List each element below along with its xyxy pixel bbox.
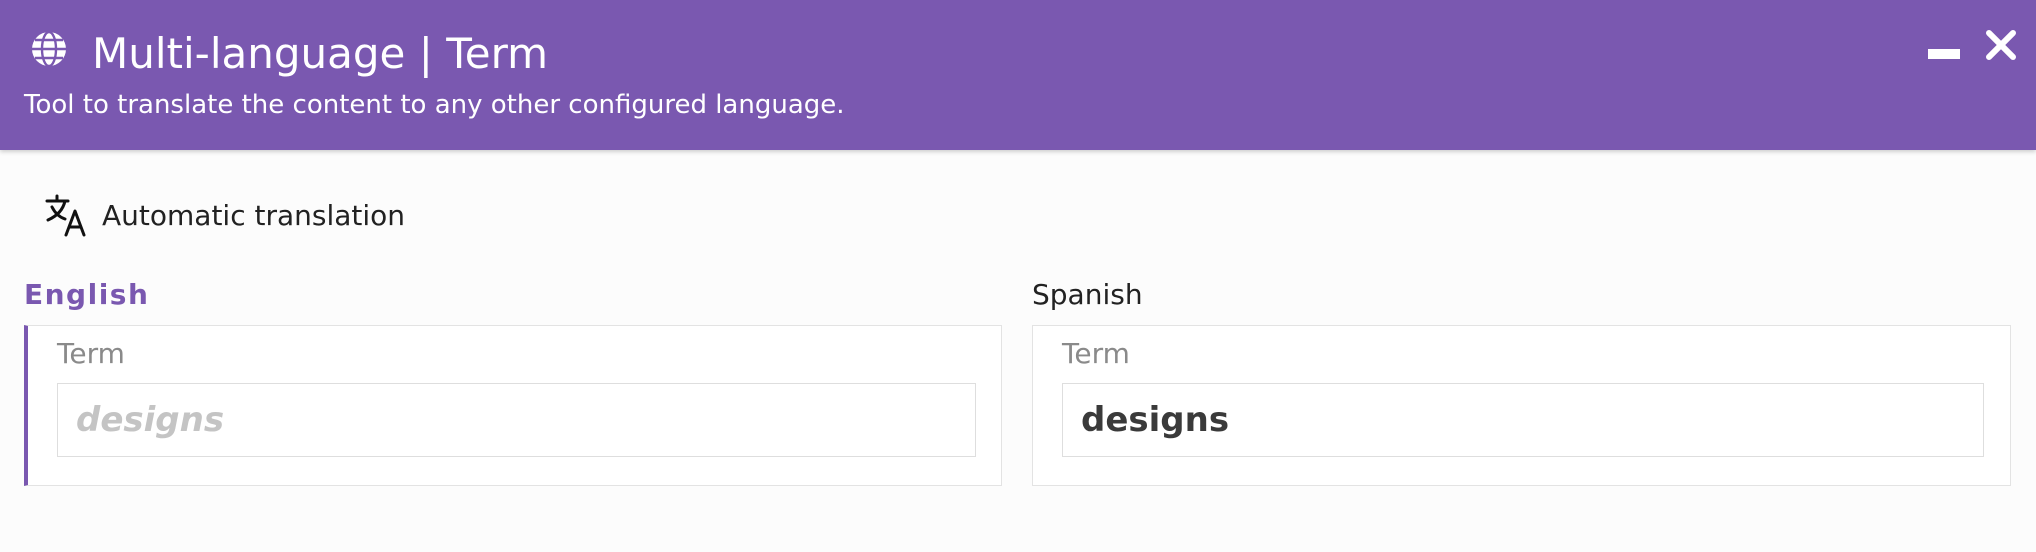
term-field-label: Term [1062,337,1130,370]
term-field-spanish[interactable]: designs [1062,383,1984,457]
language-panel-spanish: Term designs [1032,325,2011,486]
language-panel-english: Term designs [24,325,1002,486]
automatic-translation-button[interactable]: Automatic translation [44,190,405,240]
language-heading-spanish[interactable]: Spanish [1032,275,1143,315]
term-field-english: designs [57,383,976,457]
close-icon[interactable] [1984,28,2018,62]
language-heading-english[interactable]: English [24,275,149,315]
term-field-label: Term [57,337,125,370]
automatic-translation-label: Automatic translation [102,198,406,232]
multi-language-modal: Multi-language | Term Tool to translate … [0,0,2036,552]
translate-icon [45,194,86,237]
modal-subtitle: Tool to translate the content to any oth… [24,90,845,120]
globe-icon [32,30,66,68]
minimize-icon[interactable] [1928,49,1960,59]
modal-header: Multi-language | Term Tool to translate … [0,0,2036,150]
modal-title: Multi-language | Term [92,29,549,78]
